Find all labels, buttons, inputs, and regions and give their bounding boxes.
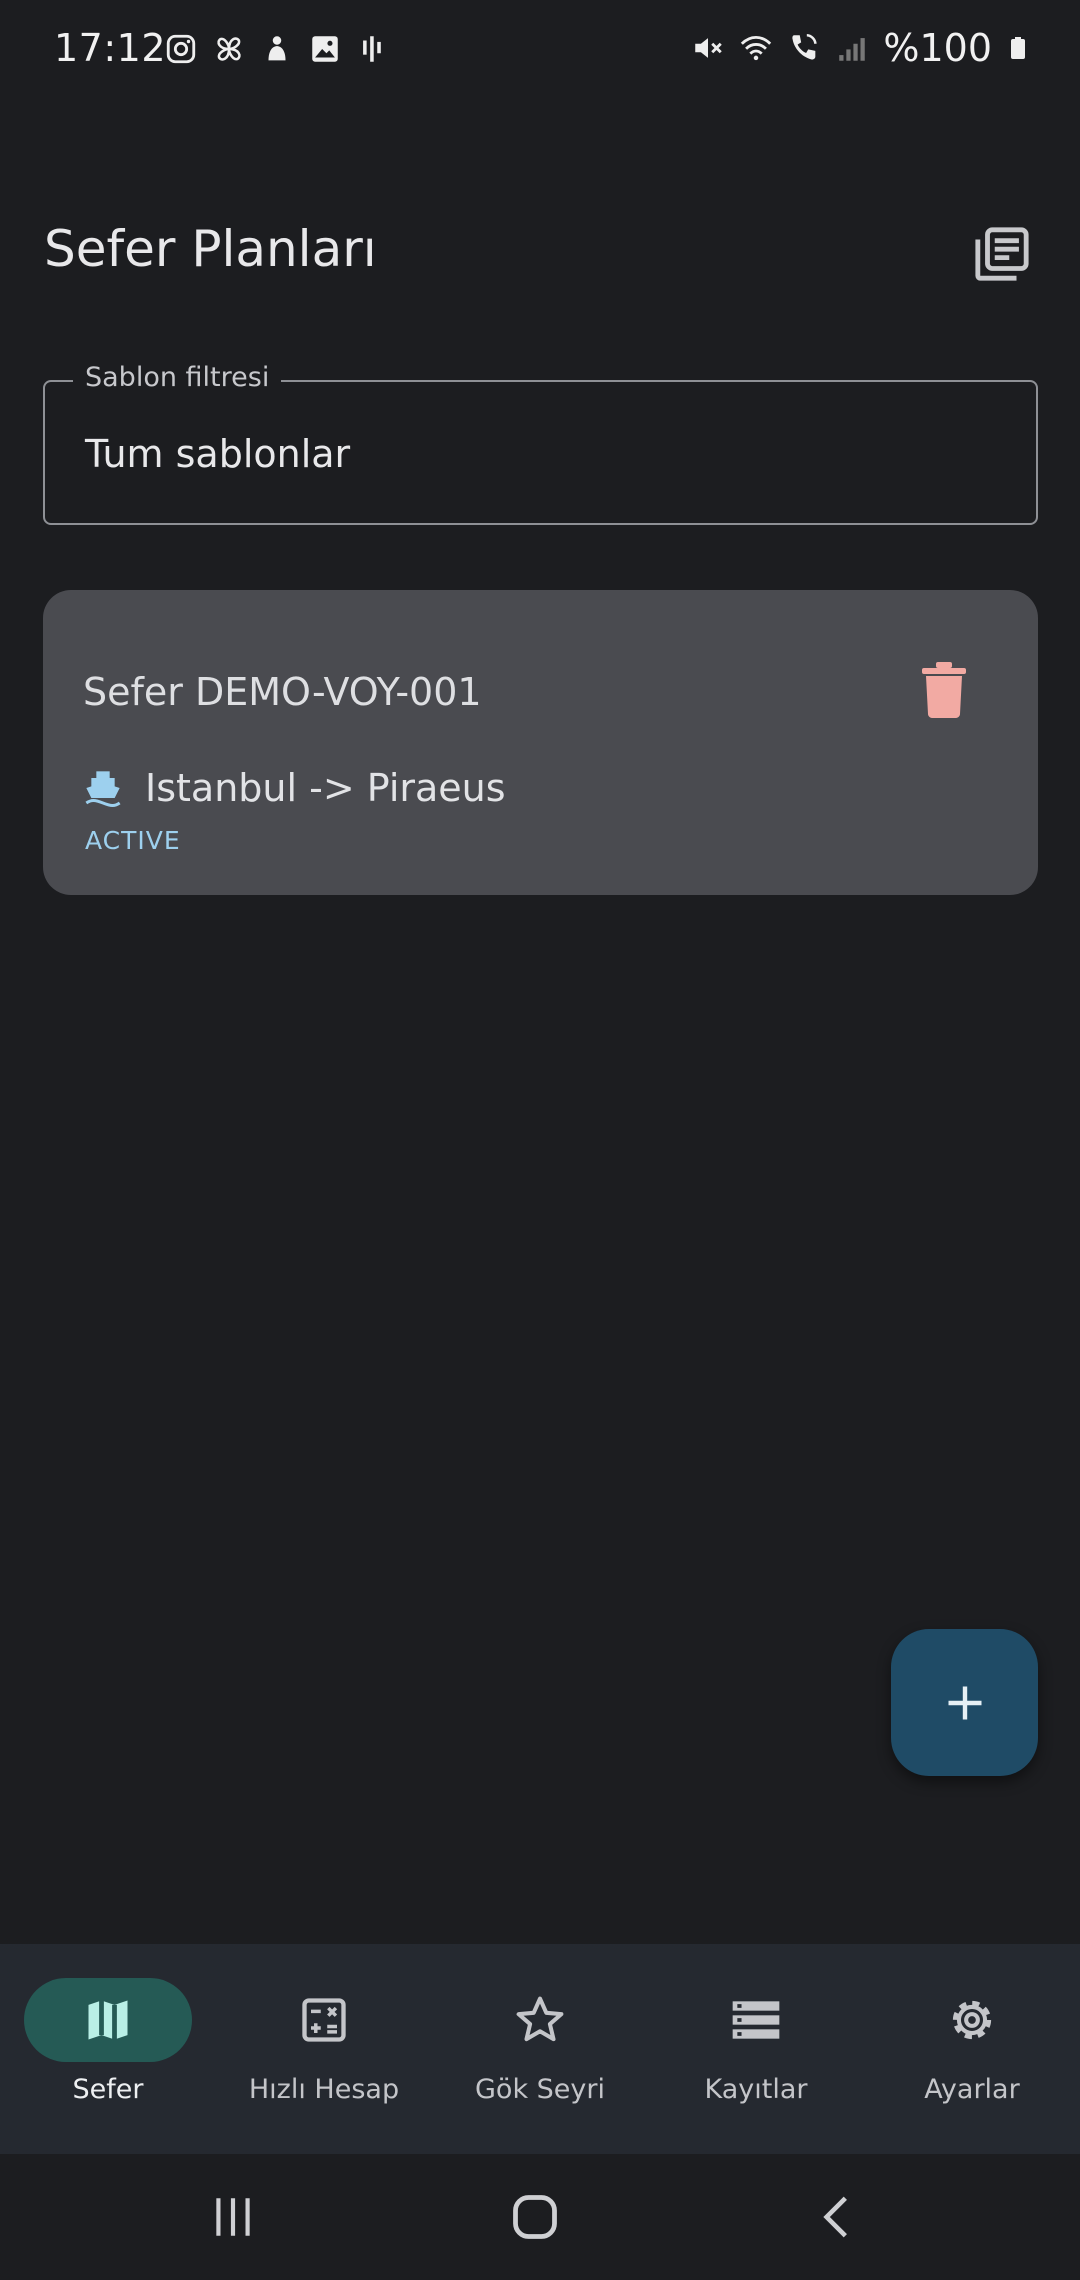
- mute-icon: [695, 38, 723, 58]
- image-icon: [312, 36, 338, 62]
- calculator-icon: [302, 1998, 346, 2042]
- status-bar: 17:12 %100: [0, 0, 1080, 100]
- nav-item-kayitlar[interactable]: Kayıtlar: [648, 1944, 864, 2154]
- map-icon: [88, 2000, 128, 2040]
- system-status-icons: %100: [691, 26, 1030, 70]
- back-icon: [823, 2196, 847, 2238]
- bottom-navigation: Sefer Hızlı Hesap Gök Seyri Kayıtlar Aya…: [0, 1944, 1080, 2154]
- voyage-card[interactable]: Sefer DEMO-VOY-001 Istanbul -> Piraeus A…: [43, 590, 1038, 895]
- home-icon: [513, 2195, 557, 2239]
- delete-voyage-button[interactable]: [920, 662, 968, 718]
- status-time: 17:12: [54, 26, 167, 70]
- battery-icon: [1011, 37, 1025, 59]
- back-button[interactable]: [797, 2182, 877, 2252]
- voyage-title: Sefer DEMO-VOY-001: [83, 670, 482, 714]
- wifi-calling-icon: [792, 33, 817, 60]
- template-filter-value: Tum sablonlar: [85, 432, 351, 476]
- nav-item-hizli-hesap[interactable]: Hızlı Hesap: [216, 1944, 432, 2154]
- list-icon: [732, 2001, 780, 2039]
- nav-item-ayarlar[interactable]: Ayarlar: [864, 1944, 1080, 2154]
- signal-icon: [839, 38, 866, 61]
- system-navigation-bar: [0, 2154, 1080, 2280]
- app-icon: [268, 36, 286, 61]
- nav-active-indicator: [24, 1978, 192, 2062]
- voyage-route-row: Istanbul -> Piraeus: [83, 766, 506, 810]
- nav-label-ayarlar: Ayarlar: [924, 2074, 1020, 2105]
- recents-icon: [216, 2198, 250, 2236]
- library-books-icon: [975, 227, 1029, 281]
- nav-label-sefer: Sefer: [72, 2074, 144, 2105]
- voyage-status: ACTIVE: [85, 826, 181, 855]
- notification-icons: [164, 32, 390, 66]
- templates-button[interactable]: [970, 222, 1034, 286]
- instagram-icon: [166, 34, 196, 64]
- voyage-route: Istanbul -> Piraeus: [145, 766, 506, 810]
- nav-item-sefer[interactable]: Sefer: [0, 1944, 216, 2154]
- battery-percentage: %100: [883, 26, 992, 70]
- star-icon: [516, 1996, 564, 2042]
- gear-icon: [952, 2000, 992, 2040]
- template-filter-dropdown[interactable]: Sablon filtresi Tum sablonlar: [43, 362, 1038, 525]
- plus-icon: [948, 1686, 981, 1719]
- home-button[interactable]: [495, 2182, 575, 2252]
- template-filter-label: Sablon filtresi: [73, 362, 282, 393]
- add-voyage-button[interactable]: [891, 1629, 1038, 1776]
- wifi-icon: [741, 35, 772, 61]
- nav-label-hizli-hesap: Hızlı Hesap: [248, 2074, 400, 2105]
- trash-icon: [922, 662, 966, 718]
- nav-label-gok-seyri: Gök Seyri: [475, 2074, 605, 2105]
- nav-label-kayitlar: Kayıtlar: [704, 2074, 808, 2105]
- recents-button[interactable]: [193, 2182, 273, 2252]
- pinwheel-icon: [217, 37, 241, 61]
- page-title: Sefer Planları: [44, 220, 377, 278]
- nav-item-gok-seyri[interactable]: Gök Seyri: [432, 1944, 648, 2154]
- ship-icon: [85, 771, 121, 807]
- voice-icon: [363, 36, 381, 62]
